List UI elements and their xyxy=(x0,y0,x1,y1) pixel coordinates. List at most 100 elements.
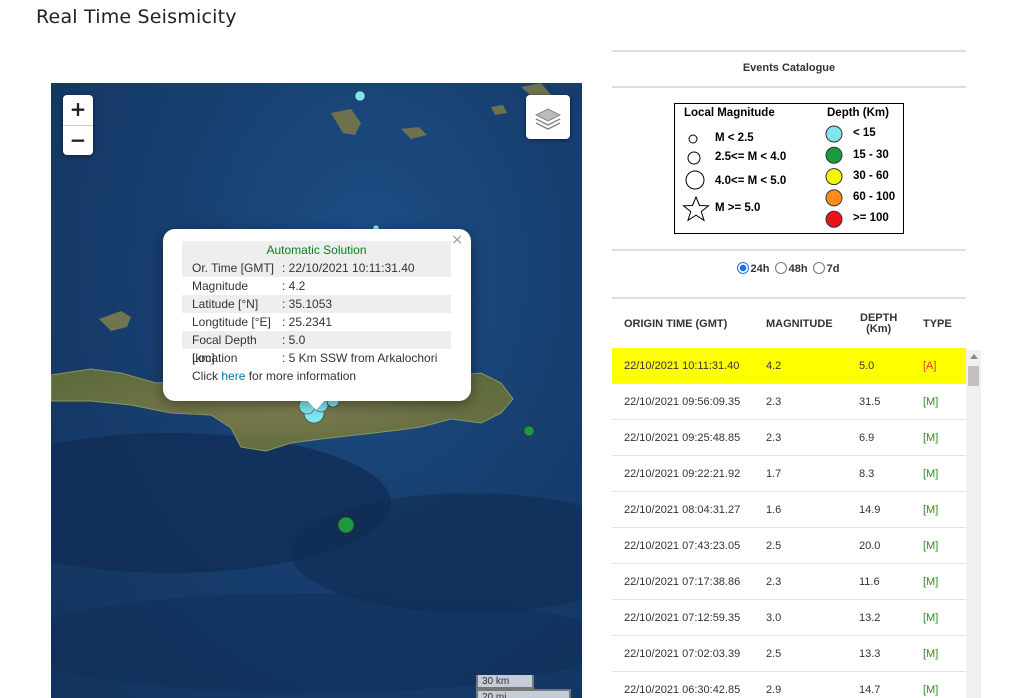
cell-time: 22/10/2021 08:04:31.27 xyxy=(624,504,741,516)
cell-type: [M] xyxy=(923,504,939,516)
period-selector: 24h 48h 7d xyxy=(612,262,966,275)
scale-km: 30 km xyxy=(476,675,534,689)
close-icon[interactable]: × xyxy=(451,232,463,248)
event-marker xyxy=(523,425,535,437)
cell-type: [A] xyxy=(923,360,937,372)
depth-color-swatch xyxy=(825,189,843,207)
table-row[interactable]: 22/10/2021 07:17:38.86 2.3 11.6 [M] xyxy=(612,564,966,600)
events-table: 22/10/2021 10:11:31.40 4.2 5.0 [A] 22/10/202… xyxy=(612,348,966,698)
cell-type: [M] xyxy=(923,396,939,408)
table-row[interactable]: 22/10/2021 07:02:03.39 2.5 13.3 [M] xyxy=(612,636,966,672)
divider xyxy=(612,249,966,251)
cell-depth: 13.3 xyxy=(859,648,881,660)
seismicity-map[interactable]: + − × Automatic Solution Or. Time [GMT]:… xyxy=(51,83,582,698)
event-marker xyxy=(354,90,366,102)
legend-mag-4: M >= 5.0 xyxy=(715,202,761,214)
table-row[interactable]: 22/10/2021 10:11:31.40 4.2 5.0 [A] xyxy=(612,348,966,384)
popup-more-link[interactable]: here xyxy=(221,369,245,383)
cell-magnitude: 1.7 xyxy=(766,468,782,480)
table-row[interactable]: 22/10/2021 09:25:48.85 2.3 6.9 [M] xyxy=(612,420,966,456)
legend-mag-1: M < 2.5 xyxy=(715,132,754,144)
cell-depth: 31.5 xyxy=(859,396,881,408)
scrollbar-thumb[interactable] xyxy=(968,366,979,386)
cell-magnitude: 2.5 xyxy=(766,648,782,660)
cell-depth: 6.9 xyxy=(859,432,875,444)
col-origin-time[interactable]: ORIGIN TIME (GMT) xyxy=(624,318,727,330)
cell-time: 22/10/2021 07:12:59.35 xyxy=(624,612,741,624)
col-magnitude[interactable]: MAGNITUDE xyxy=(766,318,833,330)
popup-heading: Automatic Solution xyxy=(182,241,451,259)
cell-type: [M] xyxy=(923,576,939,588)
radio-24h[interactable] xyxy=(736,262,749,274)
popup-value: : 35.1053 xyxy=(282,297,333,311)
cell-time: 22/10/2021 07:43:23.05 xyxy=(624,540,741,552)
popup-row: Longtitude [°E] : 25.2341 xyxy=(182,313,451,331)
popup-row: Magnitude : 4.2 xyxy=(182,277,451,295)
depth-color-swatch xyxy=(825,125,843,143)
cell-magnitude: 4.2 xyxy=(766,360,782,372)
popup-key: Or. Time [GMT] xyxy=(192,261,275,275)
zoom-out-button[interactable]: − xyxy=(63,125,93,155)
layers-button[interactable] xyxy=(526,95,570,139)
cell-magnitude: 2.3 xyxy=(766,432,782,444)
legend-mag-2: 2.5<= M < 4.0 xyxy=(715,151,787,163)
cell-type: [M] xyxy=(923,540,939,552)
cell-magnitude: 2.9 xyxy=(766,684,782,696)
table-row[interactable]: 22/10/2021 08:04:31.27 1.6 14.9 [M] xyxy=(612,492,966,528)
cell-depth: 5.0 xyxy=(859,360,875,372)
cell-depth: 14.7 xyxy=(859,684,881,696)
event-popup: × Automatic Solution Or. Time [GMT]: 22/… xyxy=(163,229,471,401)
event-marker xyxy=(337,516,355,534)
scale-mi: 20 mi xyxy=(476,689,571,698)
popup-value: : 4.2 xyxy=(282,279,306,293)
depth-color-swatch xyxy=(825,210,843,228)
cell-depth: 14.9 xyxy=(859,504,881,516)
popup-row: Or. Time [GMT]: 22/10/2021 10:11:31.40 xyxy=(182,259,451,277)
popup-key: Location xyxy=(192,351,238,365)
depth-color-swatch xyxy=(825,168,843,186)
divider xyxy=(612,297,966,299)
popup-row: Focal Depth [km]: 5.0 xyxy=(182,331,451,365)
divider xyxy=(612,50,966,52)
cell-type: [M] xyxy=(923,468,939,480)
col-type[interactable]: TYPE xyxy=(923,318,952,330)
cell-time: 22/10/2021 09:25:48.85 xyxy=(624,432,741,444)
layers-icon xyxy=(534,108,562,130)
cell-depth: 8.3 xyxy=(859,468,875,480)
cell-type: [M] xyxy=(923,432,939,444)
table-row[interactable]: 22/10/2021 06:30:42.85 2.9 14.7 [M] xyxy=(612,672,966,698)
cell-magnitude: 1.6 xyxy=(766,504,782,516)
cell-type: [M] xyxy=(923,684,939,696)
popup-key: Magnitude xyxy=(192,279,249,293)
zoom-control: + − xyxy=(63,95,93,155)
radio-24h-label[interactable]: 24h xyxy=(751,263,770,275)
table-row[interactable]: 22/10/2021 09:22:21.92 1.7 8.3 [M] xyxy=(612,456,966,492)
cell-time: 22/10/2021 10:11:31.40 xyxy=(624,360,740,372)
legend-depth-4: 60 - 100 xyxy=(853,191,896,203)
radio-48h[interactable] xyxy=(774,262,787,274)
radio-7d-label[interactable]: 7d xyxy=(827,263,840,275)
cell-magnitude: 2.5 xyxy=(766,540,782,552)
legend-depth-5: >= 100 xyxy=(853,212,889,224)
table-scrollbar[interactable] xyxy=(966,350,981,698)
catalogue-title: Events Catalogue xyxy=(742,62,836,74)
cell-magnitude: 3.0 xyxy=(766,612,782,624)
radio-7d[interactable] xyxy=(812,262,825,274)
cell-type: [M] xyxy=(923,612,939,624)
table-row[interactable]: 22/10/2021 07:12:59.35 3.0 13.2 [M] xyxy=(612,600,966,636)
popup-key: Longtitude [°E] xyxy=(192,315,271,329)
col-depth[interactable]: DEPTH (Km) xyxy=(860,313,897,335)
cell-depth: 11.6 xyxy=(859,576,880,588)
cell-type: [M] xyxy=(923,648,939,660)
table-row[interactable]: 22/10/2021 09:56:09.35 2.3 31.5 [M] xyxy=(612,384,966,420)
scroll-up-icon[interactable] xyxy=(970,354,978,359)
zoom-in-button[interactable]: + xyxy=(63,95,93,125)
popup-value: : 25.2341 xyxy=(282,315,333,329)
legend-depth-3: 30 - 60 xyxy=(853,170,889,182)
cell-depth: 13.2 xyxy=(859,612,881,624)
table-row[interactable]: 22/10/2021 07:43:23.05 2.5 20.0 [M] xyxy=(612,528,966,564)
cell-depth: 20.0 xyxy=(859,540,881,552)
legend-depth-2: 15 - 30 xyxy=(853,149,889,161)
radio-48h-label[interactable]: 48h xyxy=(789,263,808,275)
cell-time: 22/10/2021 07:02:03.39 xyxy=(624,648,741,660)
